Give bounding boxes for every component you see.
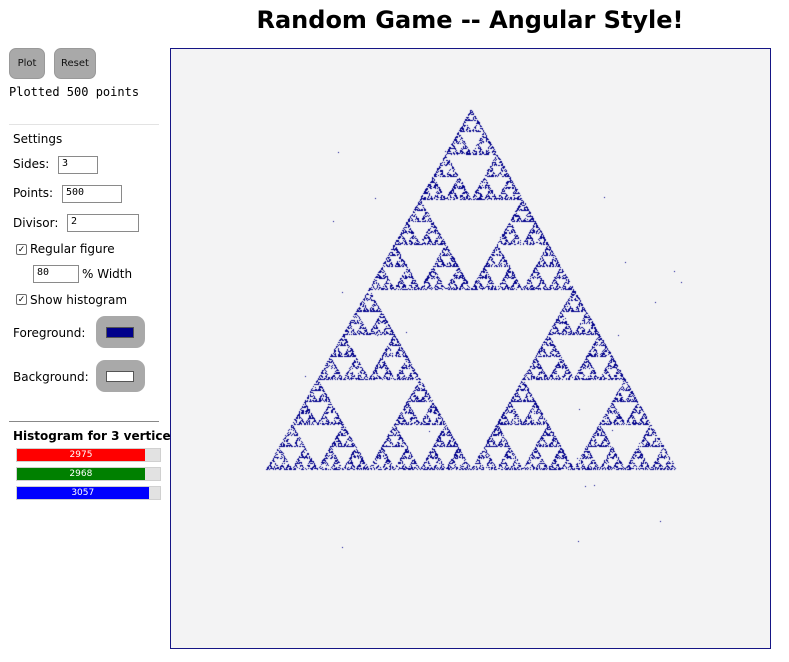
sides-input[interactable]: 3 xyxy=(58,156,98,174)
divider xyxy=(9,421,159,422)
background-swatch xyxy=(106,371,134,382)
foreground-swatch xyxy=(106,327,134,338)
plot-button[interactable]: Plot xyxy=(9,48,45,79)
background-color-button[interactable] xyxy=(96,360,145,392)
status-text: Plotted 500 points xyxy=(9,85,140,99)
histogram-bar-track: 3057 xyxy=(16,486,161,500)
histogram-bar: 2975 xyxy=(17,449,146,461)
divider xyxy=(9,124,159,125)
sides-label: Sides: xyxy=(13,157,50,171)
histogram-title: Histogram for 3 vertices xyxy=(13,429,178,443)
show-histogram-label: Show histogram xyxy=(30,293,128,307)
settings-heading: Settings xyxy=(13,132,63,146)
regular-figure-checkbox[interactable]: ✓ xyxy=(16,244,27,255)
regular-figure-label: Regular figure xyxy=(30,242,115,256)
fractal-plot xyxy=(171,49,770,648)
reset-button[interactable]: Reset xyxy=(54,48,96,79)
histogram-bar-track: 2975 xyxy=(16,448,161,462)
foreground-color-button[interactable] xyxy=(96,316,145,348)
histogram-bar-track: 2968 xyxy=(16,467,161,481)
page-title: Random Game -- Angular Style! xyxy=(256,6,684,34)
divisor-input[interactable]: 2 xyxy=(67,214,139,232)
foreground-label: Foreground: xyxy=(13,326,86,340)
background-label: Background: xyxy=(13,370,89,384)
divisor-label: Divisor: xyxy=(13,216,59,230)
histogram-bar: 3057 xyxy=(17,487,149,499)
histogram-bar: 2968 xyxy=(17,468,145,480)
points-label: Points: xyxy=(13,186,54,200)
points-input[interactable]: 500 xyxy=(62,185,122,203)
show-histogram-checkbox[interactable]: ✓ xyxy=(16,294,27,305)
width-percent-input[interactable]: 80 xyxy=(33,265,79,283)
plot-canvas[interactable] xyxy=(170,48,771,649)
width-percent-label: % Width xyxy=(82,267,133,281)
